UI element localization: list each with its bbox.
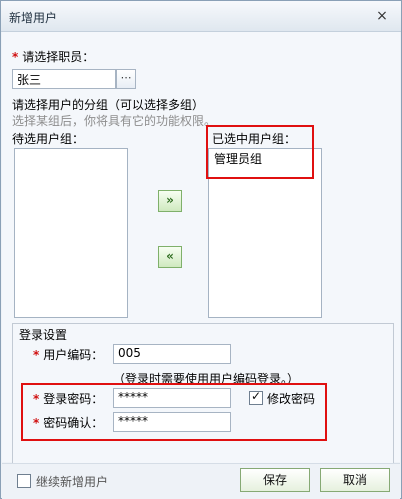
available-groups-list[interactable] bbox=[14, 148, 128, 318]
cancel-button[interactable]: 取消 bbox=[320, 468, 390, 492]
close-icon[interactable]: × bbox=[375, 9, 389, 23]
groups-heading: 请选择用户的分组（可以选择多组） bbox=[12, 98, 205, 112]
dialog-window: 新增用户 × * 请选择职员： 张三 ⋯ 请选择用户的分组（可以选择多组） 选择某… bbox=[0, 0, 402, 499]
add-group-button[interactable]: » bbox=[158, 190, 182, 212]
required-mark: * bbox=[33, 348, 40, 362]
groups-hint: 选择某组后，你将具有它的功能权限。 bbox=[12, 114, 217, 128]
change-password-label[interactable]: 修改密码 bbox=[267, 390, 315, 407]
required-mark: * bbox=[33, 416, 40, 430]
dialog-title: 新增用户 bbox=[9, 11, 58, 25]
continue-add-label[interactable]: 继续新增用户 bbox=[36, 473, 108, 490]
remove-group-button[interactable]: « bbox=[158, 246, 182, 268]
password-label-row: * 登录密码： bbox=[33, 390, 103, 407]
save-button[interactable]: 保存 bbox=[240, 468, 310, 492]
staff-value: 张三 bbox=[17, 73, 42, 87]
confirm-label-row: * 密码确认： bbox=[33, 414, 103, 431]
user-code-value: 005 bbox=[118, 346, 141, 360]
continue-add-checkbox[interactable] bbox=[17, 474, 31, 488]
user-code-label: 用户编码： bbox=[43, 348, 104, 362]
selected-groups-highlight bbox=[206, 125, 314, 179]
staff-label: 请选择职员： bbox=[22, 50, 95, 64]
confirm-password-input[interactable]: ***** bbox=[113, 412, 231, 432]
confirm-label: 密码确认： bbox=[43, 416, 104, 430]
required-mark: * bbox=[33, 392, 40, 406]
staff-browse-button[interactable]: ⋯ bbox=[116, 69, 136, 89]
user-code-input[interactable]: 005 bbox=[113, 344, 231, 364]
confirm-password-value: ***** bbox=[118, 414, 148, 428]
login-section-title: 登录设置 bbox=[19, 328, 68, 342]
staff-input[interactable]: 张三 bbox=[12, 69, 116, 89]
dialog-body: * 请选择职员： 张三 ⋯ 请选择用户的分组（可以选择多组） 选择某组后，你将具有… bbox=[2, 32, 400, 476]
password-label: 登录密码： bbox=[43, 392, 104, 406]
available-groups-label: 待选用户组： bbox=[12, 132, 85, 146]
change-password-checkbox[interactable] bbox=[249, 389, 263, 405]
required-mark: * bbox=[12, 50, 19, 64]
password-value: ***** bbox=[118, 390, 148, 404]
password-input[interactable]: ***** bbox=[113, 388, 231, 408]
dialog-footer: 继续新增用户 保存 取消 bbox=[2, 463, 400, 499]
login-settings-panel: 登录设置 * 用户编码： 005 （登录时需要使用用户编码登录。） * 登录密码： … bbox=[12, 323, 394, 476]
staff-label-row: * 请选择职员： bbox=[12, 48, 94, 65]
titlebar: 新增用户 × bbox=[1, 1, 401, 32]
user-code-label-row: * 用户编码： bbox=[33, 346, 103, 363]
